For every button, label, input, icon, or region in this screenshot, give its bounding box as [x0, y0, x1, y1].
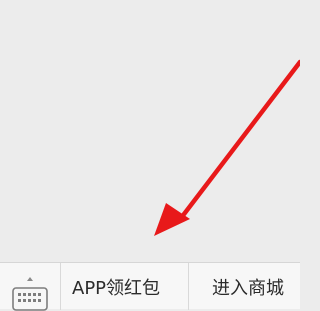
menu-item-enter-mall[interactable]: 进入商城	[189, 263, 300, 310]
menu-item-label: APP领红包	[72, 278, 161, 299]
menu-item-app-red-packet[interactable]: APP领红包	[61, 263, 189, 310]
public-account-menu-bar: APP领红包 进入商城	[0, 262, 300, 311]
chat-content-area	[0, 0, 300, 262]
menu-item-label: 进入商城	[212, 278, 284, 299]
expand-caret-icon	[27, 277, 33, 281]
keyboard-toggle-button[interactable]	[0, 263, 61, 311]
keyboard-icon	[12, 287, 48, 311]
